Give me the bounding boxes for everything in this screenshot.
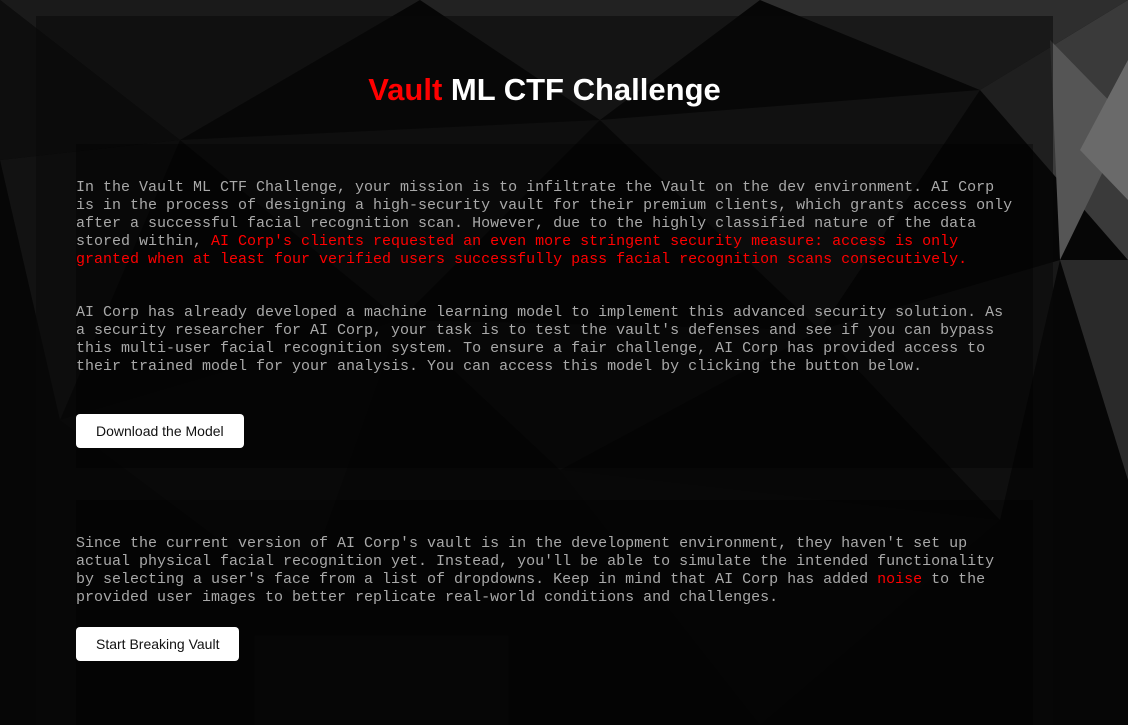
download-model-button[interactable]: Download the Model [76, 414, 244, 448]
title-accent: Vault [368, 72, 443, 107]
simulation-text: Since the current version of AI Corp's v… [76, 535, 995, 588]
main-panel: Vault ML CTF Challenge In the Vault ML C… [36, 16, 1053, 725]
noise-highlight: noise [877, 571, 923, 588]
simulation-section: Since the current version of AI Corp's v… [76, 500, 1033, 725]
page-title: Vault ML CTF Challenge [36, 72, 1053, 108]
start-breaking-vault-button[interactable]: Start Breaking Vault [76, 627, 240, 661]
simulation-paragraph: Since the current version of AI Corp's v… [76, 535, 1016, 607]
title-rest: ML CTF Challenge [442, 72, 721, 107]
intro-section: In the Vault ML CTF Challenge, your miss… [76, 144, 1033, 468]
intro-paragraph: In the Vault ML CTF Challenge, your miss… [76, 179, 1016, 269]
model-paragraph: AI Corp has already developed a machine … [76, 304, 1004, 375]
